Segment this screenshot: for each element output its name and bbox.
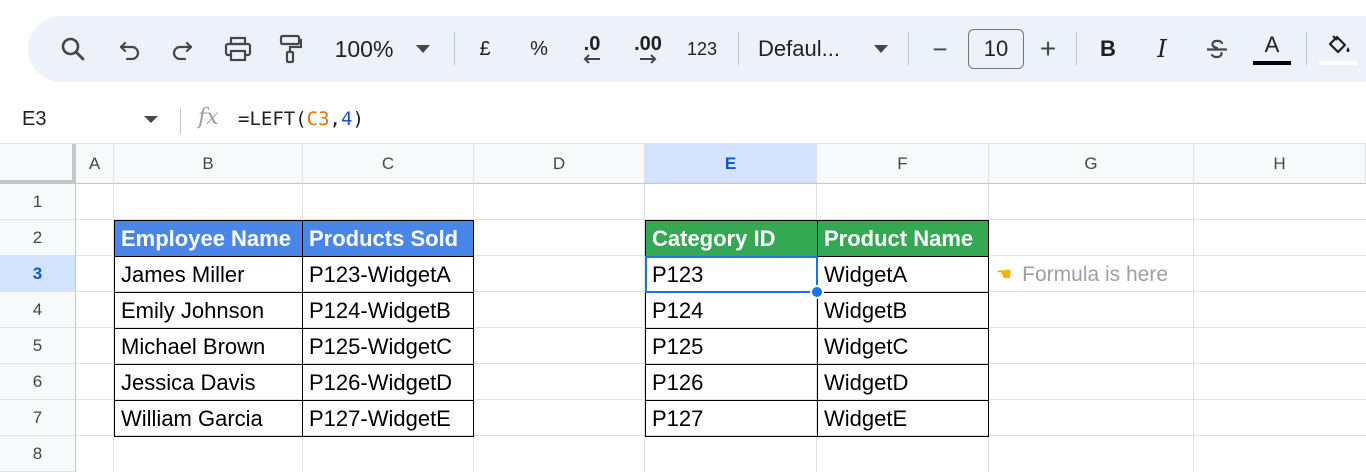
table2-cell-category-id[interactable]: P125 xyxy=(645,328,818,365)
table1-cell-product[interactable]: P124-WidgetB xyxy=(302,292,474,329)
toolbar-divider xyxy=(1076,32,1077,66)
row-header-3[interactable]: 3 xyxy=(0,256,76,292)
row-header-1[interactable]: 1 xyxy=(0,184,76,220)
decrease-decimal-label: .0 xyxy=(583,33,601,55)
search-icon[interactable] xyxy=(56,16,90,82)
font-dropdown-icon[interactable] xyxy=(870,16,892,82)
percent-format-button[interactable]: % xyxy=(524,16,554,82)
toolbar: 100% £ % .0 .00 123 Defaul... − 10 + B I xyxy=(28,16,1366,82)
gridline xyxy=(1193,184,1194,472)
print-icon[interactable] xyxy=(220,16,256,82)
name-box[interactable]: E3 xyxy=(22,108,46,131)
table1-cell-product[interactable]: P125-WidgetC xyxy=(302,328,474,365)
formula-input[interactable]: =LEFT(C3,4) xyxy=(238,108,364,130)
font-family-select[interactable]: Defaul... xyxy=(758,16,858,82)
currency-format-button[interactable]: £ xyxy=(472,16,498,82)
formula-suffix: ) xyxy=(352,108,364,130)
pointing-hand-icon: ☚ xyxy=(996,264,1013,284)
toolbar-divider xyxy=(454,32,455,66)
table1-cell-name[interactable]: James Miller xyxy=(114,256,303,293)
column-header-b[interactable]: B xyxy=(114,144,303,184)
formula-note: ☚ Formula is here xyxy=(996,256,1168,293)
toolbar-divider xyxy=(738,32,739,66)
row-header-5[interactable]: 5 xyxy=(0,328,76,364)
formula-prefix: =LEFT( xyxy=(238,108,307,130)
paint-format-icon[interactable] xyxy=(274,16,306,82)
formula-number: 4 xyxy=(340,108,353,130)
table1-cell-name[interactable]: Jessica Davis xyxy=(114,364,303,401)
table2-cell-product-name[interactable]: WidgetA xyxy=(817,256,989,293)
column-header-g[interactable]: G xyxy=(989,144,1194,184)
formula-bar-divider xyxy=(180,108,181,134)
zoom-select[interactable]: 100% xyxy=(328,16,400,82)
table2-cell-product-name[interactable]: WidgetD xyxy=(817,364,989,401)
row-header-8[interactable]: 8 xyxy=(0,436,76,472)
increase-decimal-button[interactable]: .00 xyxy=(628,16,668,82)
row-header-6[interactable]: 6 xyxy=(0,364,76,400)
spreadsheet-grid: A B C D E F G H 1 2 3 4 5 6 7 8 Employee… xyxy=(0,144,1366,472)
arrow-right-icon xyxy=(640,54,657,64)
table2-cell-category-id[interactable]: P126 xyxy=(645,364,818,401)
arrow-left-icon xyxy=(583,54,600,64)
table2-cell-product-name[interactable]: WidgetE xyxy=(817,400,989,437)
paint-bucket-icon xyxy=(1328,34,1350,53)
select-all-corner[interactable] xyxy=(0,144,76,184)
column-header-d[interactable]: D xyxy=(474,144,645,184)
undo-icon[interactable] xyxy=(114,16,146,82)
increase-font-size-button[interactable]: + xyxy=(1034,16,1062,82)
column-header-e[interactable]: E xyxy=(645,144,817,184)
redo-icon[interactable] xyxy=(166,16,198,82)
table2-cell-product-name[interactable]: WidgetB xyxy=(817,292,989,329)
table1-cell-product[interactable]: P123-WidgetA xyxy=(302,256,474,293)
fill-color-swatch xyxy=(1319,60,1357,65)
decrease-font-size-button[interactable]: − xyxy=(926,16,954,82)
formula-bar: E3 fx =LEFT(C3,4) xyxy=(0,98,1366,144)
table2-header-category-id[interactable]: Category ID xyxy=(645,220,818,257)
table2-header-product-name[interactable]: Product Name xyxy=(817,220,989,257)
italic-button[interactable]: I xyxy=(1148,16,1176,82)
text-color-button[interactable]: A xyxy=(1252,16,1292,82)
toolbar-divider xyxy=(1306,32,1307,66)
toolbar-divider xyxy=(908,32,909,66)
bold-button[interactable]: B xyxy=(1094,16,1122,82)
decrease-decimal-button[interactable]: .0 xyxy=(574,16,610,82)
table2-cell-category-id[interactable]: P124 xyxy=(645,292,818,329)
active-cell-selection[interactable] xyxy=(645,256,818,293)
table1-cell-name[interactable]: Michael Brown xyxy=(114,328,303,365)
text-color-swatch xyxy=(1253,61,1291,65)
table2-cell-category-id[interactable]: P127 xyxy=(645,400,818,437)
fill-color-button[interactable] xyxy=(1318,16,1358,82)
row-header-2[interactable]: 2 xyxy=(0,220,76,256)
more-formats-button[interactable]: 123 xyxy=(682,16,722,82)
table1-header-employee-name[interactable]: Employee Name xyxy=(114,220,303,257)
name-box-dropdown-icon[interactable] xyxy=(144,116,158,123)
table1-cell-product[interactable]: P126-WidgetD xyxy=(302,364,474,401)
table1-cell-product[interactable]: P127-WidgetE xyxy=(302,400,474,437)
row-header-7[interactable]: 7 xyxy=(0,400,76,436)
column-header-h[interactable]: H xyxy=(1194,144,1366,184)
row-header-4[interactable]: 4 xyxy=(0,292,76,328)
formula-cell-reference: C3 xyxy=(306,108,330,130)
text-color-letter: A xyxy=(1264,32,1280,57)
fx-icon: fx xyxy=(198,105,219,130)
table1-header-products-sold[interactable]: Products Sold xyxy=(302,220,474,257)
zoom-dropdown-icon[interactable] xyxy=(412,16,434,82)
table1-cell-name[interactable]: Emily Johnson xyxy=(114,292,303,329)
fill-handle[interactable] xyxy=(810,285,824,299)
formula-note-text: Formula is here xyxy=(1022,262,1169,286)
column-header-c[interactable]: C xyxy=(303,144,474,184)
strikethrough-icon[interactable] xyxy=(1200,16,1234,82)
column-header-a[interactable]: A xyxy=(76,144,114,184)
toolbar-area: 100% £ % .0 .00 123 Defaul... − 10 + B I xyxy=(0,0,1366,98)
table2-cell-product-name[interactable]: WidgetC xyxy=(817,328,989,365)
increase-decimal-label: .00 xyxy=(634,33,662,55)
table1-cell-name[interactable]: William Garcia xyxy=(114,400,303,437)
column-header-f[interactable]: F xyxy=(817,144,989,184)
font-size-input[interactable]: 10 xyxy=(968,29,1024,69)
formula-comma: , xyxy=(329,108,341,130)
